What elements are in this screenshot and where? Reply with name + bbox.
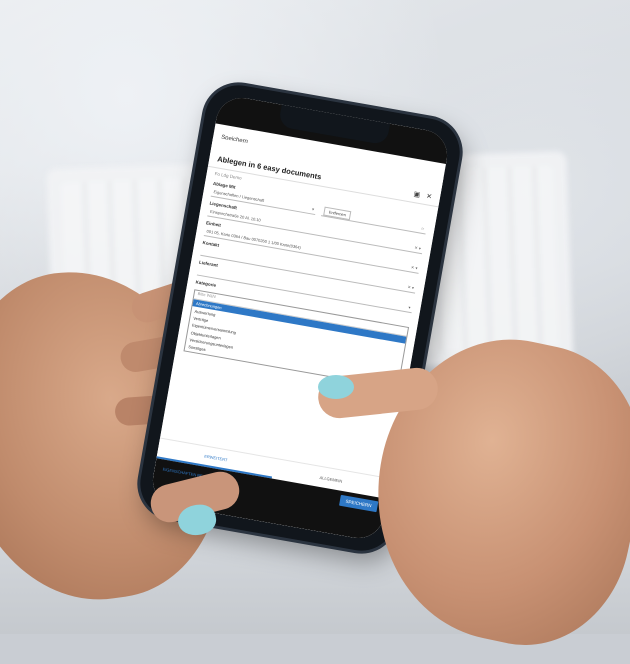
tab-erweitert-label: ERWEITERT [204, 453, 228, 463]
chevron-down-icon: ▾ [408, 304, 411, 310]
right-thumbnail [318, 375, 354, 399]
save-icon[interactable]: ▣ [413, 189, 421, 198]
star-icon[interactable]: ☆ [420, 226, 424, 232]
clear-icon[interactable]: ✕ ▾ [407, 284, 414, 290]
chevron-down-icon: ▾ [311, 206, 315, 212]
tab-allgemein-label: ALLGEMEIN [319, 474, 343, 484]
clear-icon[interactable]: ✕ ▾ [414, 245, 421, 251]
close-icon[interactable]: ✕ [426, 192, 433, 201]
save-button[interactable]: SPEICHERN [338, 494, 379, 513]
clear-icon[interactable]: ✕ ▾ [411, 265, 418, 271]
